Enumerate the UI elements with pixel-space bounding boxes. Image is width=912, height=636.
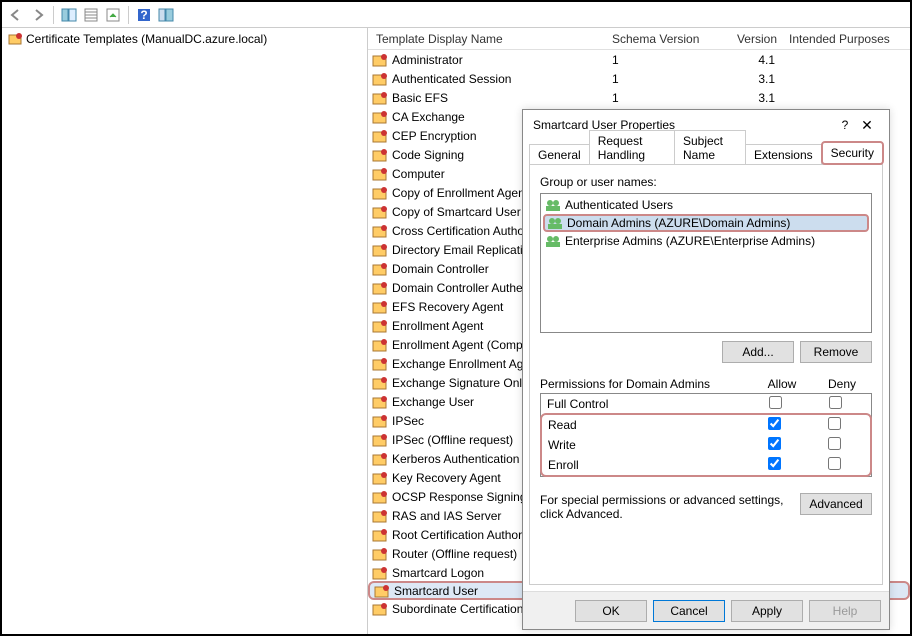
add-button[interactable]: Add... [722, 341, 794, 363]
special-permissions-text: For special permissions or advanced sett… [540, 493, 792, 521]
tree-root[interactable]: Certificate Templates (ManualDC.azure.lo… [4, 30, 365, 48]
permission-row: Enroll [542, 455, 870, 475]
deny-checkbox[interactable] [828, 457, 841, 470]
permissions-label: Permissions for Domain Admins [540, 377, 752, 391]
group-item[interactable]: Domain Admins (AZURE\Domain Admins) [543, 214, 869, 232]
permission-name: Write [548, 438, 744, 452]
tab-general[interactable]: General [529, 144, 590, 165]
template-row[interactable]: Basic EFS13.1 [368, 88, 910, 107]
dialog-help-icon[interactable]: ? [835, 118, 855, 132]
view1-icon[interactable] [59, 5, 79, 25]
template-schema: 1 [612, 53, 735, 67]
properties-dialog: Smartcard User Properties ? ✕ GeneralReq… [522, 109, 890, 630]
tab-extensions[interactable]: Extensions [745, 144, 822, 165]
template-name: Basic EFS [392, 91, 612, 105]
allow-checkbox[interactable] [768, 437, 781, 450]
permission-row: Read [542, 415, 870, 435]
group-label: Group or user names: [540, 175, 872, 189]
svg-text:?: ? [140, 8, 147, 22]
col-version[interactable]: Version [735, 32, 783, 46]
cancel-button[interactable]: Cancel [653, 600, 725, 622]
permission-name: Full Control [547, 397, 745, 411]
template-schema: 1 [612, 91, 735, 105]
permission-row: Write [542, 435, 870, 455]
allow-checkbox[interactable] [768, 417, 781, 430]
back-icon[interactable] [6, 5, 26, 25]
allow-checkbox[interactable] [769, 396, 782, 409]
apply-button[interactable]: Apply [731, 600, 803, 622]
group-item[interactable]: Authenticated Users [543, 196, 869, 214]
template-version: 4.1 [735, 53, 783, 67]
ok-button[interactable]: OK [575, 600, 647, 622]
tab-strip: GeneralRequest HandlingSubject NameExten… [523, 140, 889, 164]
allow-checkbox[interactable] [768, 457, 781, 470]
deny-header: Deny [812, 377, 872, 391]
refresh-icon[interactable] [103, 5, 123, 25]
col-template-name[interactable]: Template Display Name [368, 32, 612, 46]
close-icon[interactable]: ✕ [855, 117, 879, 134]
permission-name: Read [548, 418, 744, 432]
permissions-list: Full Control Read Write Enroll [540, 393, 872, 477]
template-schema: 1 [612, 72, 735, 86]
col-schema-version[interactable]: Schema Version [612, 32, 735, 46]
toolbar: ? [2, 2, 910, 28]
security-tab-body: Group or user names: Authenticated Users… [529, 164, 883, 585]
group-item[interactable]: Enterprise Admins (AZURE\Enterprise Admi… [543, 232, 869, 250]
view2-icon[interactable] [81, 5, 101, 25]
template-row[interactable]: Authenticated Session13.1 [368, 69, 910, 88]
list-header: Template Display Name Schema Version Ver… [368, 28, 910, 50]
tab-subject-name[interactable]: Subject Name [674, 130, 746, 165]
template-name: Administrator [392, 53, 612, 67]
deny-checkbox[interactable] [828, 437, 841, 450]
permission-row: Full Control [541, 394, 871, 414]
advanced-button[interactable]: Advanced [800, 493, 872, 515]
forward-icon[interactable] [28, 5, 48, 25]
deny-checkbox[interactable] [829, 396, 842, 409]
template-version: 3.1 [735, 91, 783, 105]
group-name: Authenticated Users [565, 198, 673, 212]
template-name: Authenticated Session [392, 72, 612, 86]
allow-header: Allow [752, 377, 812, 391]
permission-name: Enroll [548, 458, 744, 472]
group-name: Enterprise Admins (AZURE\Enterprise Admi… [565, 234, 815, 248]
tab-security[interactable]: Security [821, 141, 884, 165]
col-intended[interactable]: Intended Purposes [783, 32, 910, 46]
view3-icon[interactable] [156, 5, 176, 25]
deny-checkbox[interactable] [828, 417, 841, 430]
template-version: 3.1 [735, 72, 783, 86]
tab-request-handling[interactable]: Request Handling [589, 130, 675, 165]
group-listbox[interactable]: Authenticated Users Domain Admins (AZURE\… [540, 193, 872, 333]
tree-root-label: Certificate Templates (ManualDC.azure.lo… [26, 32, 267, 46]
help-icon[interactable]: ? [134, 5, 154, 25]
dialog-button-row: OK Cancel Apply Help [523, 591, 889, 629]
tree-pane: Certificate Templates (ManualDC.azure.lo… [2, 28, 368, 634]
remove-button[interactable]: Remove [800, 341, 872, 363]
template-row[interactable]: Administrator14.1 [368, 50, 910, 69]
help-button[interactable]: Help [809, 600, 881, 622]
group-name: Domain Admins (AZURE\Domain Admins) [567, 216, 790, 230]
